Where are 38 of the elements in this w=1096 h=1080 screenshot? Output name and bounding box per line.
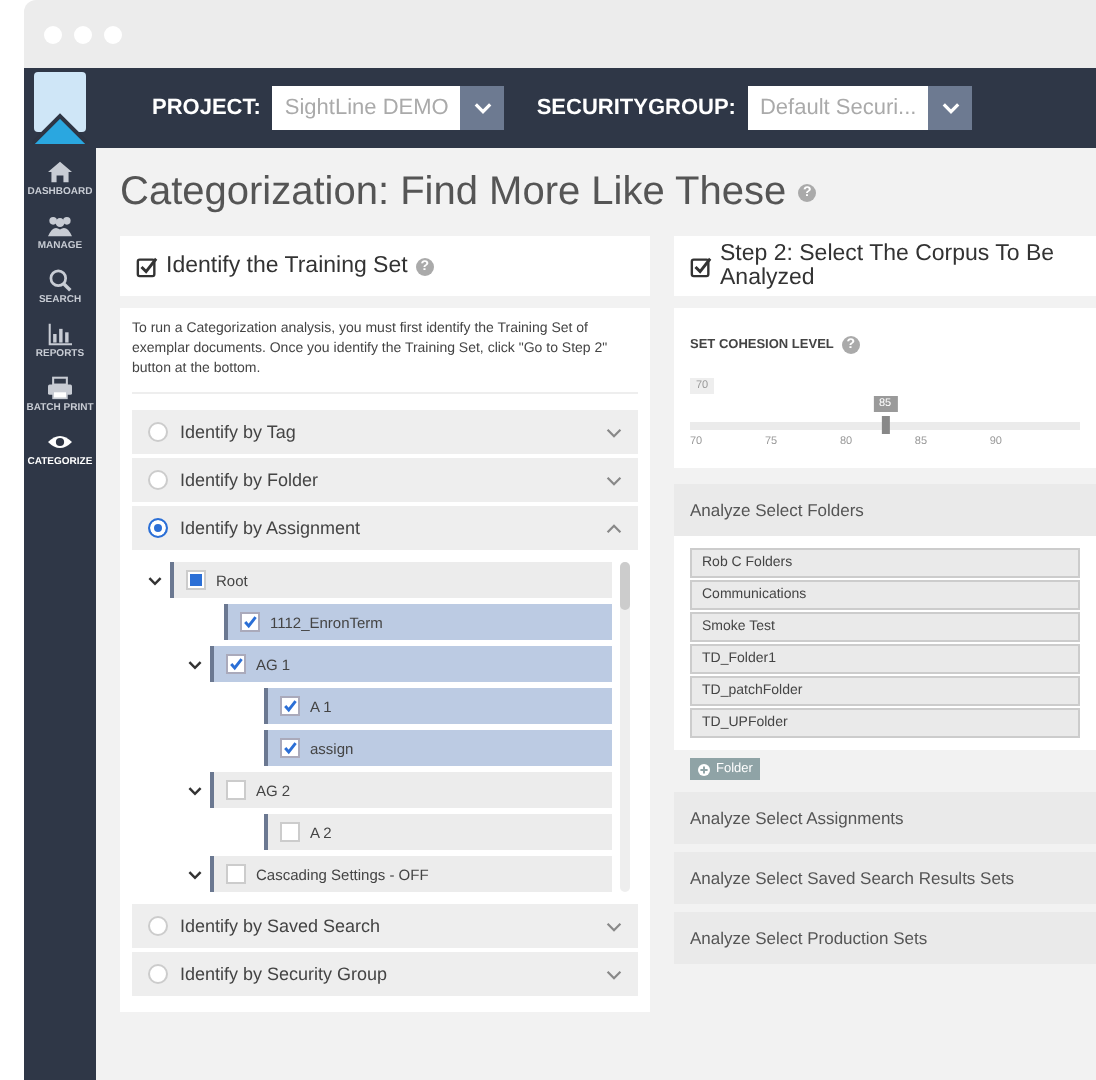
page-title: Categorization: Find More Like These bbox=[120, 169, 787, 215]
chevron-down-icon bbox=[941, 102, 960, 114]
radio-button[interactable] bbox=[148, 518, 168, 539]
home-icon bbox=[46, 160, 74, 184]
project-label: PROJECT: bbox=[152, 96, 261, 120]
people-icon bbox=[46, 214, 74, 238]
checkbox[interactable] bbox=[280, 822, 300, 843]
scrollbar[interactable] bbox=[620, 562, 630, 893]
search-icon bbox=[46, 268, 74, 292]
accordion-row[interactable]: Identify by Assignment bbox=[132, 506, 638, 551]
security-group-label: SECURITYGROUP: bbox=[536, 96, 736, 120]
panel-title: Identify the Training Set bbox=[166, 254, 408, 278]
accordion-row[interactable]: Identify by Security Group bbox=[132, 952, 638, 997]
checkbox[interactable] bbox=[280, 696, 300, 717]
eye-icon bbox=[46, 430, 74, 454]
accordion-row[interactable]: Identify by Folder bbox=[132, 458, 638, 503]
section-header[interactable]: Analyze Select Folders bbox=[674, 484, 1096, 536]
checkbox[interactable] bbox=[226, 864, 246, 885]
printer-icon bbox=[46, 376, 74, 400]
checkbox-checked-icon bbox=[136, 255, 158, 277]
section-header[interactable]: Analyze Select Assignments bbox=[674, 792, 1096, 844]
chevron-down-icon[interactable] bbox=[188, 659, 202, 670]
section-header[interactable]: Analyze Select Saved Search Results Sets bbox=[674, 852, 1096, 904]
accordion-row[interactable]: Identify by Saved Search bbox=[132, 904, 638, 949]
accordion-row[interactable]: Identify by Tag bbox=[132, 410, 638, 455]
plus-icon bbox=[698, 763, 710, 775]
chevron-down-icon bbox=[473, 102, 492, 114]
checkbox-checked-icon bbox=[690, 255, 712, 277]
section-header[interactable]: Analyze Select Production Sets bbox=[674, 912, 1096, 964]
chevron-down-icon[interactable] bbox=[188, 785, 202, 796]
checkbox[interactable] bbox=[280, 738, 300, 759]
chevron-down-icon[interactable] bbox=[188, 869, 202, 880]
checkbox[interactable] bbox=[226, 654, 246, 675]
checkbox[interactable] bbox=[240, 612, 260, 633]
panel-title: Step 2: Select The Corpus To Be Analyzed bbox=[720, 242, 1057, 290]
chevron-down-icon[interactable] bbox=[148, 575, 162, 586]
checkbox[interactable] bbox=[226, 780, 246, 801]
bar-chart-icon bbox=[46, 322, 74, 346]
